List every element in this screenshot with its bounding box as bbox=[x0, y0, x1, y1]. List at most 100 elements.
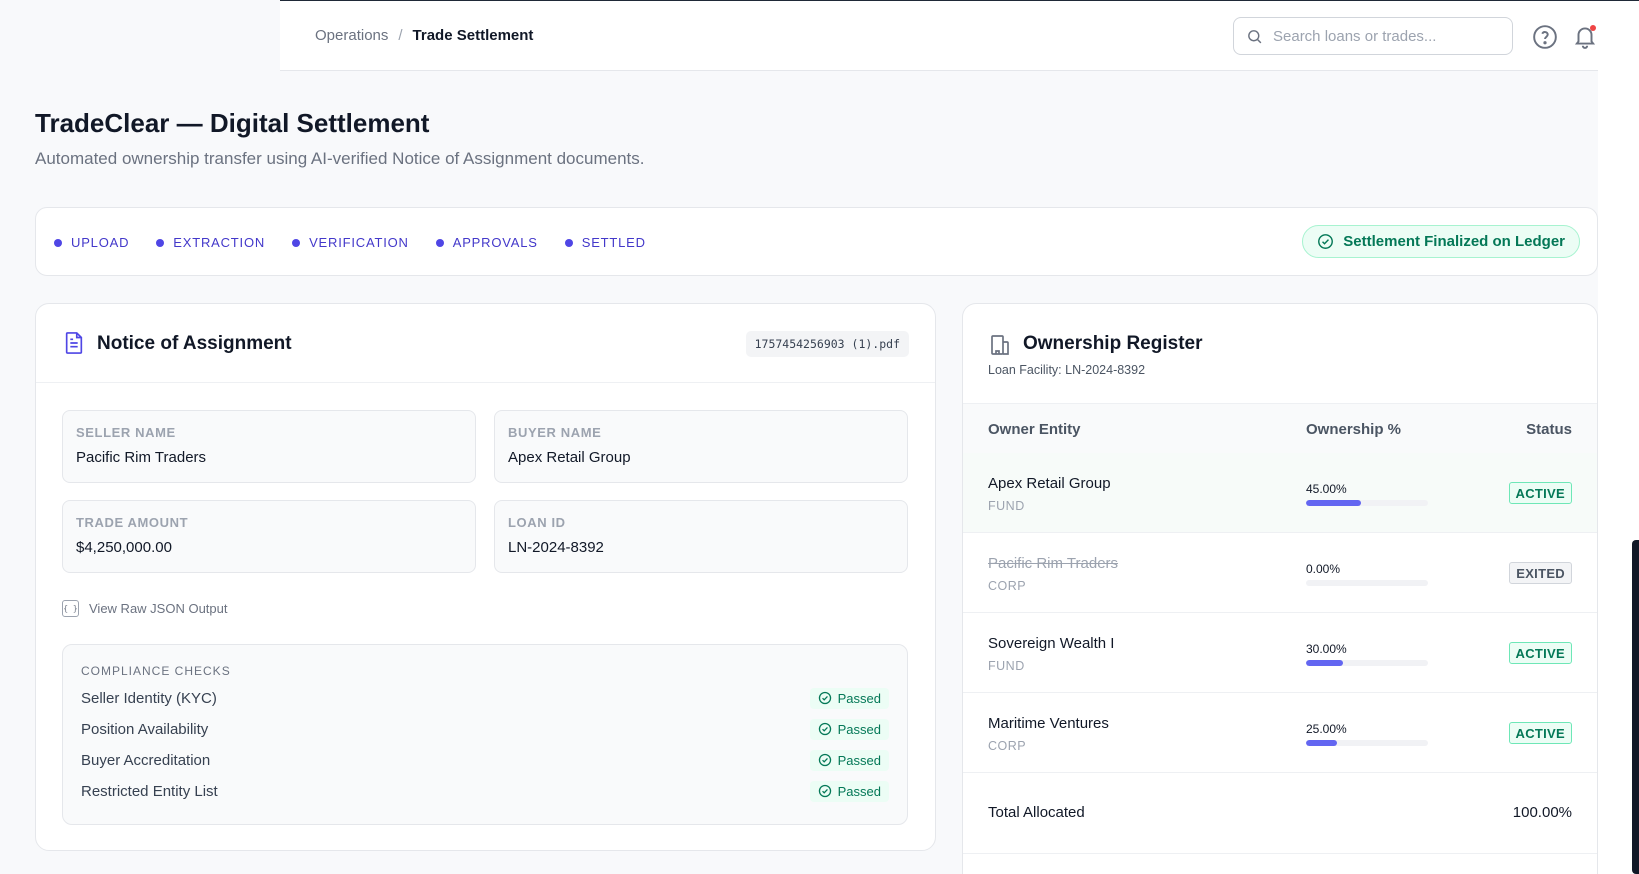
help-button[interactable] bbox=[1532, 24, 1558, 50]
code-braces-icon: { } bbox=[62, 600, 79, 617]
table-row[interactable]: Pacific Rim Traders CORP 0.00% EXITED bbox=[963, 533, 1597, 613]
compliance-checks-panel: COMPLIANCE CHECKS Seller Identity (KYC) … bbox=[62, 644, 908, 825]
notice-header: Notice of Assignment 1757454256903 (1).p… bbox=[36, 304, 935, 383]
file-name-chip[interactable]: 1757454256903 (1).pdf bbox=[745, 331, 909, 357]
check-status-badge: Passed bbox=[809, 687, 889, 709]
check-circle-icon bbox=[818, 753, 831, 767]
ownership-pct: 45.00% bbox=[1306, 482, 1347, 496]
table-row[interactable]: Apex Retail Group FUND 45.00% ACTIVE bbox=[963, 453, 1597, 533]
owner-name: Maritime Ventures bbox=[988, 715, 1109, 732]
ownership-pct: 0.00% bbox=[1306, 562, 1341, 576]
check-status-badge: Passed bbox=[809, 718, 889, 740]
step-label: VERIFICATION bbox=[309, 235, 409, 250]
step-list: UPLOAD EXTRACTION VERIFICATION APPROVALS… bbox=[54, 235, 646, 250]
search-icon bbox=[1248, 29, 1262, 43]
check-circle-icon bbox=[1318, 234, 1334, 249]
ownership-bar-fill bbox=[1306, 500, 1361, 506]
ownership-pct: 30.00% bbox=[1306, 642, 1347, 656]
compliance-check-row: Buyer Accreditation Passed bbox=[81, 749, 889, 771]
check-label: Buyer Accreditation bbox=[81, 751, 211, 769]
column-owner-entity: Owner Entity bbox=[988, 421, 1081, 438]
owner-type: CORP bbox=[988, 739, 1027, 753]
register-table-header: Owner Entity Ownership % Status bbox=[963, 404, 1597, 453]
top-bar: Operations / Trade Settlement bbox=[280, 1, 1598, 71]
ownership-bar-fill bbox=[1306, 740, 1337, 746]
register-title: Ownership Register bbox=[1023, 333, 1203, 354]
notice-of-assignment-card: Notice of Assignment 1757454256903 (1).p… bbox=[35, 303, 936, 851]
step-dot bbox=[292, 238, 301, 247]
step-dot bbox=[156, 238, 165, 247]
check-circle-icon bbox=[818, 784, 831, 798]
field-label: LOAN ID bbox=[508, 515, 566, 530]
compliance-title: COMPLIANCE CHECKS bbox=[81, 664, 231, 678]
loan-id-field: LOAN ID LN-2024-8392 bbox=[494, 500, 908, 573]
settlement-status-badge: Settlement Finalized on Ledger bbox=[1302, 225, 1580, 258]
check-label: Restricted Entity List bbox=[81, 782, 218, 800]
owner-name: Apex Retail Group bbox=[988, 475, 1111, 492]
view-raw-json-button[interactable]: { } View Raw JSON Output bbox=[62, 600, 227, 617]
register-header: Ownership Register Loan Facility: LN-202… bbox=[963, 304, 1597, 404]
compliance-check-row: Seller Identity (KYC) Passed bbox=[81, 687, 889, 709]
ownership-pct: 25.00% bbox=[1306, 722, 1347, 736]
notification-dot bbox=[1590, 25, 1596, 31]
step-verification[interactable]: VERIFICATION bbox=[292, 235, 409, 250]
step-dot bbox=[54, 238, 62, 247]
seller-name-field: SELLER NAME Pacific Rim Traders bbox=[62, 410, 476, 483]
total-value: 100.00% bbox=[1512, 804, 1572, 821]
field-value: $4,250,000.00 bbox=[76, 539, 172, 556]
table-row[interactable]: Maritime Ventures CORP 25.00% ACTIVE bbox=[963, 693, 1597, 773]
owner-name: Pacific Rim Traders bbox=[988, 555, 1119, 572]
step-dot bbox=[564, 238, 573, 247]
step-settled[interactable]: SETTLED bbox=[564, 235, 646, 250]
check-label: Seller Identity (KYC) bbox=[81, 689, 217, 707]
trade-amount-field: TRADE AMOUNT $4,250,000.00 bbox=[62, 500, 476, 573]
step-approvals[interactable]: APPROVALS bbox=[435, 235, 538, 250]
owner-name: Sovereign Wealth I bbox=[988, 635, 1115, 652]
search-box[interactable] bbox=[1233, 17, 1513, 55]
page-subtitle: Automated ownership transfer using AI-ve… bbox=[35, 149, 645, 168]
field-label: SELLER NAME bbox=[76, 425, 176, 440]
step-extraction[interactable]: EXTRACTION bbox=[156, 235, 265, 250]
ownership-bar bbox=[1306, 740, 1428, 746]
buyer-name-field: BUYER NAME Apex Retail Group bbox=[494, 410, 908, 483]
breadcrumb: Operations / Trade Settlement bbox=[315, 27, 533, 44]
page-title: TradeClear — Digital Settlement bbox=[35, 108, 430, 138]
check-circle-icon bbox=[818, 691, 831, 705]
notifications-button[interactable] bbox=[1572, 23, 1598, 49]
field-value: LN-2024-8392 bbox=[508, 539, 604, 556]
field-label: BUYER NAME bbox=[508, 425, 602, 440]
field-label: TRADE AMOUNT bbox=[76, 515, 189, 530]
step-label: SETTLED bbox=[581, 235, 646, 250]
check-circle-icon bbox=[818, 722, 831, 736]
search-input[interactable] bbox=[1273, 27, 1493, 45]
owner-type: FUND bbox=[988, 659, 1025, 673]
step-dot bbox=[435, 238, 444, 247]
check-status-badge: Passed bbox=[809, 749, 889, 771]
help-icon bbox=[1533, 25, 1557, 49]
status-badge: ACTIVE bbox=[1508, 642, 1572, 664]
building-icon bbox=[991, 335, 1009, 355]
compliance-check-row: Position Availability Passed bbox=[81, 718, 889, 740]
ownership-bar-fill bbox=[1306, 660, 1343, 666]
check-status-badge: Passed bbox=[809, 780, 889, 802]
step-label: APPROVALS bbox=[452, 235, 538, 250]
owner-type: CORP bbox=[988, 579, 1027, 593]
ownership-bar bbox=[1306, 580, 1428, 586]
step-upload[interactable]: UPLOAD bbox=[54, 235, 129, 250]
register-subtitle: Loan Facility: LN-2024-8392 bbox=[988, 363, 1146, 377]
status-badge: ACTIVE bbox=[1508, 722, 1572, 744]
column-ownership-pct: Ownership % bbox=[1306, 421, 1402, 438]
check-status-text: Passed bbox=[837, 752, 881, 768]
total-label: Total Allocated bbox=[988, 804, 1085, 821]
ownership-bar bbox=[1306, 500, 1428, 506]
step-label: UPLOAD bbox=[71, 235, 130, 250]
notice-title: Notice of Assignment bbox=[97, 333, 292, 354]
compliance-check-row: Restricted Entity List Passed bbox=[81, 780, 889, 802]
column-status: Status bbox=[1526, 421, 1572, 438]
settlement-status-text: Settlement Finalized on Ledger bbox=[1343, 233, 1565, 250]
scrollbar-thumb[interactable] bbox=[1632, 540, 1639, 874]
breadcrumb-operations[interactable]: Operations bbox=[315, 27, 388, 44]
ownership-bar bbox=[1306, 660, 1428, 666]
table-row[interactable]: Sovereign Wealth I FUND 30.00% ACTIVE bbox=[963, 613, 1597, 693]
breadcrumb-separator: / bbox=[398, 27, 403, 44]
